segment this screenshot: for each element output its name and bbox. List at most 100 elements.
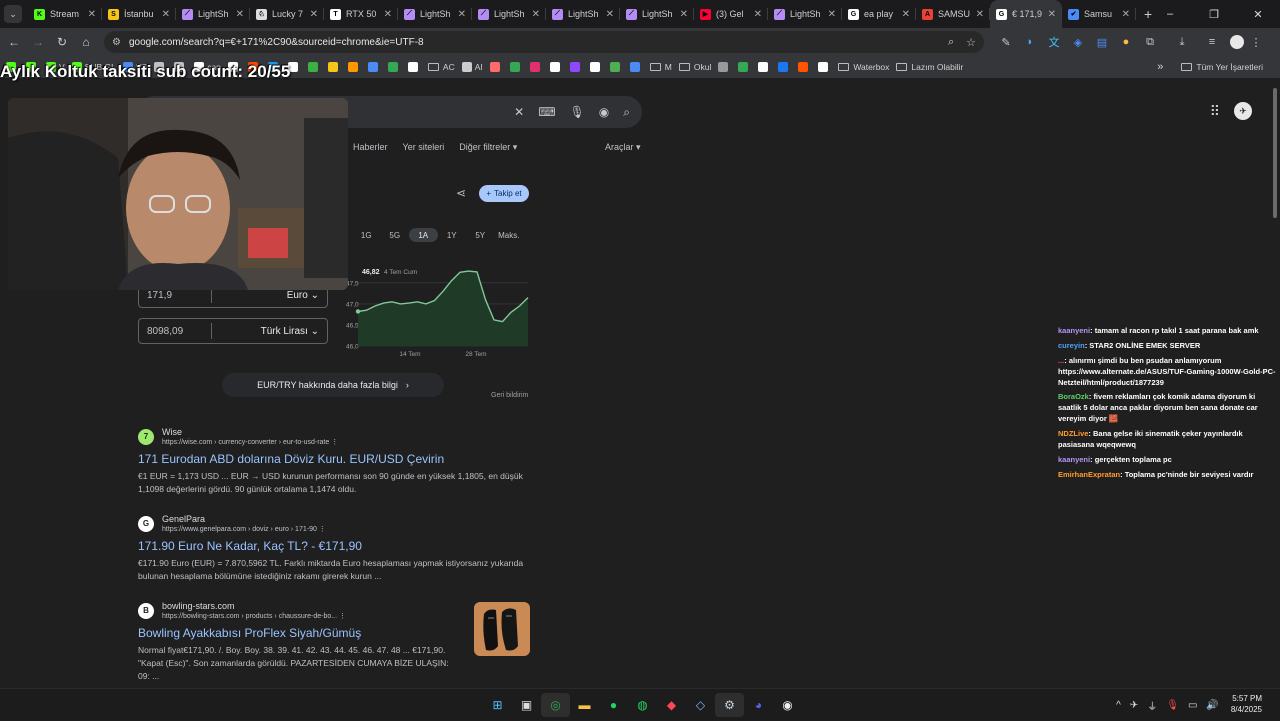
browser-tab[interactable]: G € 171,9 ✕ [990, 0, 1062, 28]
tab-close-icon[interactable]: ✕ [976, 9, 984, 20]
page-scrollbar[interactable] [1272, 82, 1278, 686]
voice-search-icon[interactable]: 🎙 [570, 105, 585, 119]
bookmark-item[interactable]: Okul [678, 62, 711, 72]
home-button[interactable]: ⌂ [74, 35, 98, 49]
bookmark-item[interactable] [347, 62, 361, 72]
bookmark-item[interactable] [509, 62, 523, 72]
browser-tab[interactable]: ⟋ LightSh ✕ [472, 0, 546, 28]
tray-app-icon[interactable]: ✈ [1130, 700, 1138, 711]
bookmark-item[interactable] [738, 62, 751, 72]
clock[interactable]: 5:57 PM 8/4/2025 [1231, 694, 1262, 716]
spotify-icon[interactable]: ● [599, 693, 628, 717]
explorer-app-icon[interactable]: ▣ [512, 693, 541, 717]
browser-tab[interactable]: K Stream ✕ [28, 0, 102, 28]
bookmark-item[interactable] [629, 62, 643, 72]
usb-icon[interactable]: ⏚ [1147, 698, 1157, 713]
bookmark-item[interactable] [718, 62, 731, 72]
browser-tab[interactable]: A SAMSU ✕ [916, 0, 990, 28]
bookmark-item[interactable] [307, 62, 321, 72]
tab-close-icon[interactable]: ✕ [162, 9, 170, 20]
bookmark-item[interactable] [778, 62, 791, 72]
range-option[interactable]: 5Y [466, 228, 495, 242]
tab-close-icon[interactable]: ✕ [310, 9, 318, 20]
site-info-icon[interactable]: ⚙ [112, 37, 121, 48]
chrome-app-icon[interactable]: ◎ [541, 693, 570, 717]
bookmark-item[interactable] [818, 62, 831, 72]
start-icon[interactable]: ⊞ [483, 693, 512, 717]
all-bookmarks-folder[interactable]: Tüm Yer İşaretleri [1181, 62, 1263, 72]
range-option[interactable]: 1G [352, 228, 381, 242]
browser-tab[interactable]: T RTX 50 ✕ [324, 0, 398, 28]
tab-close-icon[interactable]: ✕ [828, 9, 836, 20]
browser-tab[interactable]: Gea play ✕ [842, 0, 916, 28]
extensions-puzzle-icon[interactable]: ⧉ [1138, 36, 1162, 49]
bookmark-item[interactable] [327, 62, 341, 72]
more-info-link[interactable]: EUR/TRY hakkında daha fazla bilgi › [222, 373, 444, 397]
browser-tab[interactable]: S İstanbu ✕ [102, 0, 176, 28]
volume-icon[interactable]: 🔊 [1206, 700, 1218, 711]
bookmark-item[interactable] [367, 62, 381, 72]
bookmark-item[interactable] [609, 62, 623, 72]
whatsapp-icon[interactable]: ◍ [628, 693, 657, 717]
bookmark-star-icon[interactable]: ☆ [966, 36, 976, 49]
bookmark-item[interactable] [529, 62, 543, 72]
bookmark-item[interactable]: Waterbox [838, 62, 889, 72]
honey-extension-icon[interactable]: ● [1114, 36, 1138, 48]
tab-close-icon[interactable]: ✕ [606, 9, 614, 20]
share-icon[interactable]: ⋖ [456, 186, 466, 200]
pen-extension-icon[interactable]: ✎ [994, 36, 1018, 49]
bookmark-item[interactable] [549, 62, 563, 72]
result-title-link[interactable]: 171.90 Euro Ne Kadar, Kaç TL? - €171,90 [138, 539, 528, 553]
obs-icon[interactable]: ◉ [773, 693, 802, 717]
network-icon[interactable]: ▭ [1188, 700, 1197, 711]
result-input[interactable]: 8098,09 [147, 326, 183, 337]
range-option[interactable]: 5G [381, 228, 410, 242]
clear-search-icon[interactable]: ✕ [514, 105, 524, 119]
bookmark-item[interactable]: AI [461, 62, 483, 72]
product-thumbnail[interactable] [474, 602, 530, 656]
browser-tab[interactable]: ⟋ LightSh ✕ [176, 0, 250, 28]
bookmark-item[interactable] [387, 62, 401, 72]
bookmark-item[interactable]: AC [427, 62, 455, 72]
download-icon[interactable]: ⤓ [1170, 36, 1194, 49]
range-option[interactable]: 1A [409, 228, 438, 242]
tab-close-icon[interactable]: ✕ [532, 9, 540, 20]
apps-grid-icon[interactable]: ⠿ [1210, 103, 1220, 120]
vpn-extension-icon[interactable]: ◈ [1066, 36, 1090, 49]
keyboard-icon[interactable]: ⌨ [538, 105, 555, 119]
browser-tab[interactable]: ♘ Lucky 7 ✕ [250, 0, 324, 28]
browser-tab[interactable]: ▶ (3) Gel ✕ [694, 0, 768, 28]
profile-avatar[interactable] [1230, 35, 1244, 49]
steam-icon[interactable]: ⚙ [715, 693, 744, 717]
translate-extension-icon[interactable]: 文 [1042, 34, 1066, 50]
maximize-button[interactable]: ❐ [1192, 0, 1236, 28]
browser-tab[interactable]: ⟋ LightSh ✕ [768, 0, 842, 28]
sound-extension-icon[interactable]: ◗ [1018, 36, 1042, 48]
account-avatar[interactable]: ✈ [1234, 102, 1252, 120]
bookmark-item[interactable]: Lazım Olabilir [896, 62, 963, 72]
scrollbar-thumb[interactable] [1273, 88, 1277, 218]
bookmark-item[interactable]: M [649, 62, 672, 72]
reload-button[interactable]: ↻ [50, 35, 74, 49]
result-source[interactable]: G GenelPara https://www.genelpara.com › do… [138, 514, 528, 533]
image-search-icon[interactable]: ◉ [599, 105, 609, 119]
tab-close-icon[interactable]: ✕ [680, 9, 688, 20]
tab-close-icon[interactable]: ✕ [458, 9, 466, 20]
tab-close-icon[interactable]: ✕ [236, 9, 244, 20]
search-filter-tab[interactable]: Haberler [353, 142, 388, 153]
follow-button[interactable]: + Takip et [479, 185, 529, 202]
back-button[interactable]: ← [2, 35, 26, 49]
file-explorer-icon[interactable]: ▬ [570, 693, 599, 717]
notes-app-icon[interactable]: ◇ [686, 693, 715, 717]
bookmark-item[interactable] [589, 62, 603, 72]
chrome-menu-icon[interactable]: ⋮ [1244, 36, 1268, 49]
more-bookmarks-button[interactable]: » [1157, 61, 1163, 73]
to-currency-select[interactable]: Türk Lirası ⌄ [261, 326, 319, 337]
result-title-link[interactable]: 171 Eurodan ABD dolarına Döviz Kuru. EUR… [138, 452, 528, 466]
tab-close-icon[interactable]: ✕ [384, 9, 392, 20]
result-title-link[interactable]: Bowling Ayakkabısı ProFlex Siyah/Gümüş [138, 626, 458, 640]
reading-list-icon[interactable]: ≡ [1200, 36, 1224, 48]
tab-close-icon[interactable]: ✕ [754, 9, 762, 20]
bookmark-item[interactable] [407, 62, 421, 72]
browser-tab[interactable]: ⟋ LightSh ✕ [620, 0, 694, 28]
